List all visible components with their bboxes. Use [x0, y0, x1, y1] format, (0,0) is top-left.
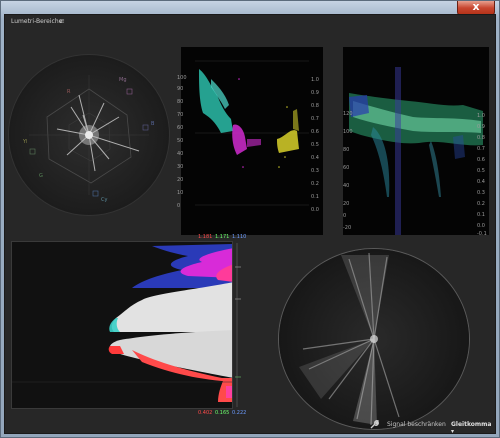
parade-right-tick: 0.6 [311, 129, 319, 135]
lumetri-scopes-panel: Lumetri-Bereiche ≡ Mg R B Cy G Yl 100 90… [4, 14, 496, 435]
parade-right-tick: 0.8 [311, 103, 319, 109]
parade-left-tick: 100 [177, 75, 187, 81]
rgb-parade-scope: 100 90 80 70 60 50 40 30 20 10 0 1.0 0.9… [177, 47, 323, 235]
parade-left-tick: 0 [177, 203, 181, 209]
panel-tab-row: Lumetri-Bereiche ≡ [5, 15, 495, 31]
parade-right-tick: 0.7 [311, 116, 319, 122]
histogram-max-green: 1.171 [215, 234, 230, 240]
waveform-left-tick: -20 [343, 225, 352, 231]
vectorscope-target-mg: Mg [119, 77, 127, 83]
waveform-right-tick: 0.4 [477, 179, 485, 185]
waveform-left-tick: 40 [343, 183, 350, 189]
waveform-right-tick: 0.8 [477, 135, 485, 141]
parade-right-tick: 0.3 [311, 168, 319, 174]
waveform-right-tick: 1.0 [477, 113, 485, 119]
close-icon: x [472, 0, 480, 13]
waveform-right-tick: 0.9 [477, 124, 485, 130]
histogram-min-green: 0.165 [215, 410, 230, 416]
waveform-scope: 120 100 80 60 40 20 0 -20 1.0 0.9 0.8 0.… [343, 47, 489, 237]
waveform-left-tick: 100 [343, 129, 353, 135]
vectorscope-target-yl: Yl [23, 139, 28, 145]
vectorscope-target-cy: Cy [101, 197, 108, 203]
waveform-left-tick: 60 [343, 165, 350, 171]
parade-right-tick: 0.1 [311, 194, 319, 200]
parade-left-tick: 20 [177, 177, 184, 183]
vectorscope-graphic [29, 75, 149, 197]
parade-right-tick: 0.9 [311, 90, 319, 96]
histogram-scale-graphic [235, 243, 241, 407]
waveform-left-tick: 120 [343, 111, 353, 117]
color-wheel-scope [279, 249, 469, 429]
waveform-right-tick: 0.2 [477, 201, 485, 207]
waveform-right-tick: 0.3 [477, 190, 485, 196]
parade-left-tick: 50 [177, 138, 184, 144]
panel-tab-title[interactable]: Lumetri-Bereiche [11, 18, 62, 25]
parade-left-tick: 60 [177, 125, 184, 131]
histogram-max-red: 1.181 [198, 234, 213, 240]
parade-left-tick: 10 [177, 190, 184, 196]
parade-left-tick: 90 [177, 86, 184, 92]
parade-right-tick: 0.4 [311, 155, 319, 161]
precision-mode-dropdown[interactable]: Gleitkomma ▾ [451, 421, 495, 435]
signal-clamp-button[interactable]: Signal beschränken [387, 421, 446, 428]
histogram-graphic [12, 244, 234, 402]
precision-mode-label: Gleitkomma [451, 421, 492, 428]
scopes-footer: Signal beschränken Gleitkomma ▾ [5, 419, 495, 435]
waveform-right-tick: 0.1 [477, 212, 485, 218]
vectorscope-target-b: B [151, 121, 155, 127]
chevron-down-icon: ▾ [451, 428, 455, 435]
vectorscope-target-g: G [39, 173, 43, 179]
parade-right-tick: 0.0 [311, 207, 319, 213]
wrench-icon[interactable] [369, 420, 379, 430]
vectorscope: Mg R B Cy G Yl [9, 55, 169, 215]
parade-left-tick: 30 [177, 164, 184, 170]
parade-left-tick: 40 [177, 151, 184, 157]
panel-menu-icon[interactable]: ≡ [59, 17, 65, 25]
histogram-min-blue: 0.222 [232, 410, 247, 416]
waveform-graphic [349, 67, 483, 235]
waveform-right-tick: -0.1 [477, 231, 487, 237]
waveform-right-tick: 0.6 [477, 157, 485, 163]
histogram-max-blue: 1.110 [232, 234, 247, 240]
waveform-right-tick: 0.0 [477, 223, 485, 229]
parade-left-tick: 80 [177, 99, 184, 105]
histogram-min-red: 0.402 [198, 410, 213, 416]
histogram-scope: 1.181 1.171 1.110 0.402 0.165 0.222 [11, 234, 246, 416]
scopes-area: Mg R B Cy G Yl 100 90 80 70 60 50 40 30 … [5, 31, 495, 429]
parade-right-tick: 0.2 [311, 181, 319, 187]
waveform-left-tick: 0 [343, 213, 347, 219]
waveform-left-tick: 20 [343, 201, 350, 207]
histogram-scale-bar [233, 243, 247, 407]
vectorscope-target-r: R [67, 89, 71, 95]
rgb-parade-graphic [195, 60, 309, 206]
waveform-right-tick: 0.5 [477, 168, 485, 174]
parade-right-tick: 1.0 [311, 77, 319, 83]
parade-left-tick: 70 [177, 112, 184, 118]
parade-right-tick: 0.5 [311, 142, 319, 148]
waveform-left-tick: 80 [343, 147, 350, 153]
color-wheel-graphic [299, 252, 400, 426]
waveform-right-tick: 0.7 [477, 146, 485, 152]
